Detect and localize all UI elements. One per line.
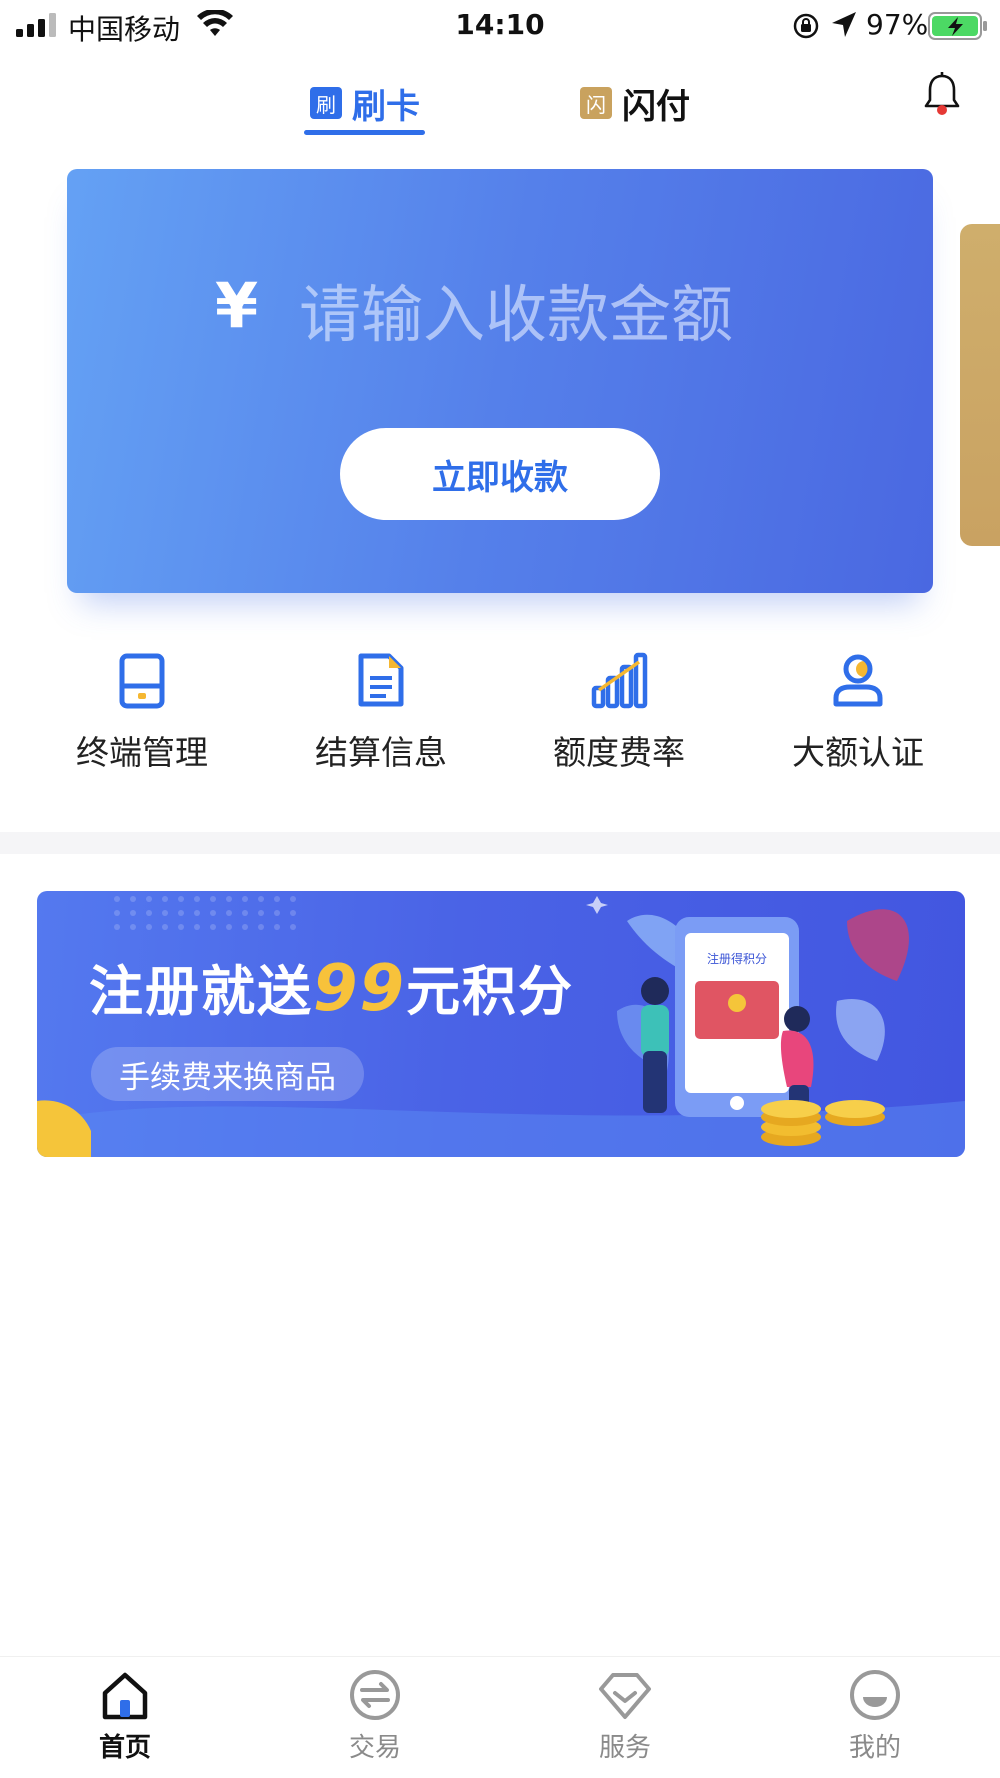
nav-profile-label: 我的 <box>848 1733 901 1763</box>
active-tab-indicator <box>304 130 425 135</box>
battery-charging-icon <box>928 12 987 40</box>
banner-headline-number: 99 <box>313 952 407 1026</box>
tab-quickpass-label: 闪付 <box>622 86 690 127</box>
nav-transactions-label: 交易 <box>348 1733 401 1763</box>
quick-actions: 终端管理 结算信息 额度费率 大额认证 <box>0 650 1000 790</box>
rotation-lock-icon <box>793 13 819 39</box>
banner-headline-prefix: 注册就送 <box>89 960 313 1023</box>
next-card-peek[interactable] <box>960 224 1000 546</box>
banner-illustration: 注册得积分 <box>617 909 909 1146</box>
tab-quickpass[interactable]: 闪 闪付 <box>580 78 690 128</box>
nav-services[interactable]: 服务 <box>545 1667 705 1764</box>
tab-card-swipe[interactable]: 刷 刷卡 <box>310 78 420 128</box>
nav-home-label: 首页 <box>98 1733 151 1763</box>
bar-chart-icon <box>591 652 648 709</box>
quick-settlement-info[interactable]: 结算信息 <box>281 650 481 774</box>
battery-percent: 97% <box>866 8 929 41</box>
banner-subtitle-pill: 手续费来换商品 <box>91 1047 364 1101</box>
collect-now-button[interactable]: 立即收款 <box>340 428 660 520</box>
exchange-icon <box>350 1670 400 1720</box>
quick-settlement-info-label: 结算信息 <box>315 733 447 772</box>
nav-home[interactable]: 首页 <box>45 1667 205 1764</box>
home-screen: 中国移动 14:10 97% 刷 刷卡 闪 闪付 ¥ 请输入收款金额 立即收款 … <box>0 0 1000 1778</box>
document-icon <box>358 653 404 707</box>
home-icon <box>102 1672 148 1720</box>
section-divider <box>0 832 1000 854</box>
terminal-icon <box>119 653 165 709</box>
payment-mode-tabs: 刷 刷卡 闪 闪付 <box>0 60 1000 140</box>
quick-terminal-management[interactable]: 终端管理 <box>42 650 242 774</box>
amount-input[interactable] <box>299 269 859 359</box>
profile-icon <box>850 1670 900 1720</box>
currency-symbol: ¥ <box>215 269 259 342</box>
banner-headline-suffix: 元积分 <box>406 960 575 1023</box>
bottom-navigation: 首页 交易 服务 我的 <box>0 1656 1000 1778</box>
user-verify-icon <box>833 654 883 707</box>
promo-banner[interactable]: 注册就送99元积分 手续费来换商品 注册得积分 <box>37 891 965 1157</box>
quick-large-amount-verify-label: 大额认证 <box>792 733 924 772</box>
diamond-icon <box>599 1673 651 1719</box>
quick-limit-rate-label: 额度费率 <box>553 733 685 772</box>
swipe-badge-icon: 刷 <box>310 87 342 119</box>
quick-limit-rate[interactable]: 额度费率 <box>519 650 719 774</box>
nav-profile[interactable]: 我的 <box>795 1667 955 1764</box>
location-arrow-icon <box>832 12 856 37</box>
flash-badge-icon: 闪 <box>580 87 612 119</box>
banner-headline: 注册就送99元积分 <box>89 947 574 1026</box>
quick-large-amount-verify[interactable]: 大额认证 <box>758 650 958 774</box>
collection-card: ¥ 立即收款 <box>67 169 933 593</box>
notification-bell-icon[interactable] <box>920 70 964 120</box>
nav-transactions[interactable]: 交易 <box>295 1667 455 1764</box>
quick-terminal-management-label: 终端管理 <box>76 733 208 772</box>
status-bar: 中国移动 14:10 97% <box>0 0 1000 50</box>
tab-card-swipe-label: 刷卡 <box>352 86 420 127</box>
nav-services-label: 服务 <box>598 1733 651 1763</box>
phone-screen-text: 注册得积分 <box>707 951 767 966</box>
